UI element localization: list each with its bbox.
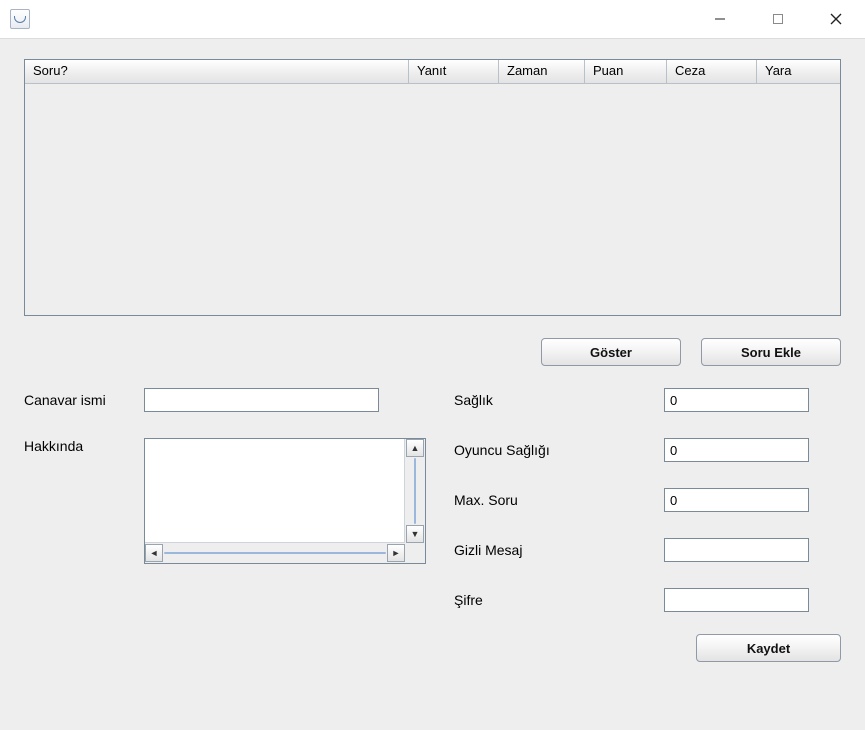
minimize-button[interactable] — [691, 0, 749, 38]
secret-message-label: Gizli Mesaj — [454, 542, 664, 558]
scroll-right-icon[interactable]: ► — [387, 544, 405, 562]
column-puan[interactable]: Puan — [585, 60, 667, 84]
vertical-scrollbar[interactable]: ▲ ▼ — [405, 439, 425, 543]
client-area: Soru? Yanıt Zaman Puan Ceza Yara Göster … — [0, 39, 865, 730]
player-health-label: Oyuncu Sağlığı — [454, 442, 664, 458]
horizontal-scrollbar[interactable]: ◄ ► — [145, 543, 405, 563]
about-label: Hakkında — [24, 438, 144, 454]
secret-message-input[interactable] — [664, 538, 809, 562]
questions-table[interactable]: Soru? Yanıt Zaman Puan Ceza Yara — [24, 59, 841, 316]
column-zaman[interactable]: Zaman — [499, 60, 585, 84]
table-header: Soru? Yanıt Zaman Puan Ceza Yara — [25, 60, 840, 84]
column-yanit[interactable]: Yanıt — [409, 60, 499, 84]
password-input[interactable] — [664, 588, 809, 612]
monster-name-input[interactable] — [144, 388, 379, 412]
scroll-corner — [405, 543, 425, 563]
player-health-input[interactable] — [664, 438, 809, 462]
scroll-left-icon[interactable]: ◄ — [145, 544, 163, 562]
maximize-button[interactable] — [749, 0, 807, 38]
scroll-down-icon[interactable]: ▼ — [406, 525, 424, 543]
column-yara[interactable]: Yara — [757, 60, 840, 84]
show-button[interactable]: Göster — [541, 338, 681, 366]
health-label: Sağlık — [454, 392, 664, 408]
about-textarea[interactable] — [145, 439, 405, 543]
titlebar — [0, 0, 865, 39]
monster-name-label: Canavar ismi — [24, 392, 144, 408]
max-question-input[interactable] — [664, 488, 809, 512]
close-button[interactable] — [807, 0, 865, 38]
column-soru[interactable]: Soru? — [25, 60, 409, 84]
scroll-thumb-h[interactable] — [164, 552, 386, 554]
column-ceza[interactable]: Ceza — [667, 60, 757, 84]
max-question-label: Max. Soru — [454, 492, 664, 508]
scroll-up-icon[interactable]: ▲ — [406, 439, 424, 457]
scroll-thumb-v[interactable] — [414, 458, 416, 524]
app-window: Soru? Yanıt Zaman Puan Ceza Yara Göster … — [0, 0, 865, 730]
password-label: Şifre — [454, 592, 664, 608]
save-button[interactable]: Kaydet — [696, 634, 841, 662]
java-icon — [10, 9, 30, 29]
add-question-button[interactable]: Soru Ekle — [701, 338, 841, 366]
table-body[interactable] — [25, 84, 840, 315]
health-input[interactable] — [664, 388, 809, 412]
about-scrollpane: ▲ ▼ ◄ ► — [144, 438, 426, 564]
